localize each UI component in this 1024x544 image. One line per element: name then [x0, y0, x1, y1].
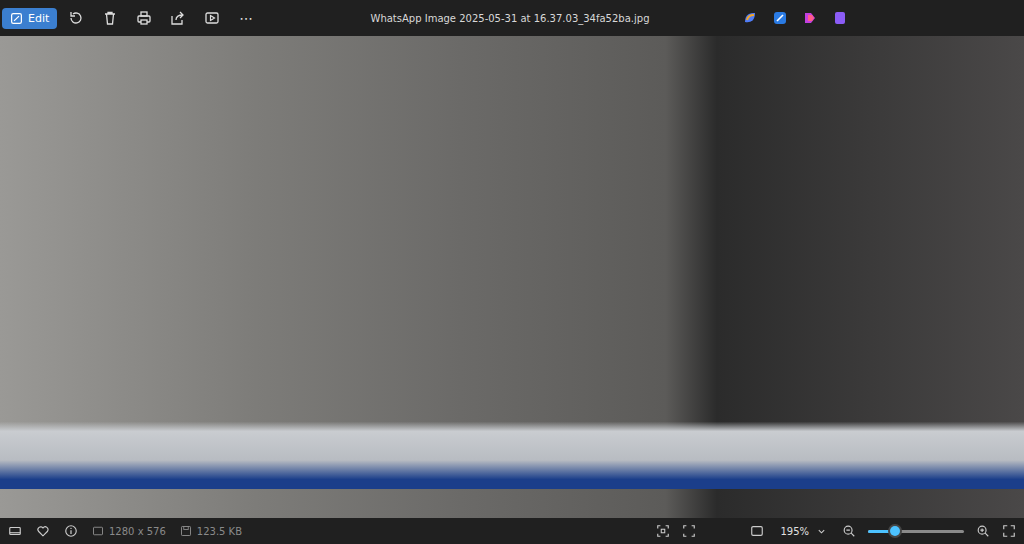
copilot-icon[interactable]: [742, 10, 758, 26]
aspect-icon[interactable]: [750, 524, 764, 538]
share-button[interactable]: [163, 5, 193, 31]
designer-icon[interactable]: [772, 10, 788, 26]
printer-icon: [136, 10, 152, 26]
edit-icon: [10, 12, 23, 25]
heart-icon[interactable]: [36, 524, 50, 538]
image-icon: [92, 525, 104, 537]
actual-size-icon[interactable]: [682, 524, 696, 538]
file-size: 123.5 KB: [180, 525, 242, 537]
delete-button[interactable]: [95, 5, 125, 31]
slideshow-button[interactable]: [197, 5, 227, 31]
slideshow-icon: [204, 10, 220, 26]
file-title: WhatsApp Image 2025-05-31 at 16.37.03_34…: [371, 13, 650, 24]
share-icon: [170, 10, 186, 26]
zoom-in-icon[interactable]: [976, 524, 990, 538]
status-bar: 1280 x 576 123.5 KB 195%: [0, 518, 1024, 544]
zoom-slider[interactable]: [868, 530, 964, 533]
rotate-icon: [68, 10, 84, 26]
more-button[interactable]: ⋯: [231, 5, 261, 31]
zoom-slider-thumb[interactable]: [890, 526, 900, 536]
image-viewer: [0, 36, 1024, 518]
clipchamp-icon[interactable]: [802, 10, 818, 26]
photo[interactable]: [0, 36, 1024, 518]
disk-icon: [180, 525, 192, 537]
photos-window: Edit ⋯ WhatsApp Image 2025-05-31 at 16.3…: [0, 0, 1024, 544]
fullscreen-icon[interactable]: [1002, 524, 1016, 538]
zoom-out-icon[interactable]: [842, 524, 856, 538]
print-button[interactable]: [129, 5, 159, 31]
chevron-down-icon: [817, 527, 826, 536]
trash-icon: [102, 10, 118, 26]
dimensions: 1280 x 576: [92, 525, 166, 537]
top-toolbar: Edit ⋯ WhatsApp Image 2025-05-31 at 16.3…: [0, 0, 1024, 36]
zoom-dropdown[interactable]: 195%: [776, 524, 830, 539]
rotate-button[interactable]: [61, 5, 91, 31]
info-icon[interactable]: [64, 524, 78, 538]
edit-button[interactable]: Edit: [2, 8, 57, 29]
fit-icon[interactable]: [656, 524, 670, 538]
filmstrip-icon[interactable]: [8, 524, 22, 538]
app-icon[interactable]: [832, 10, 848, 26]
